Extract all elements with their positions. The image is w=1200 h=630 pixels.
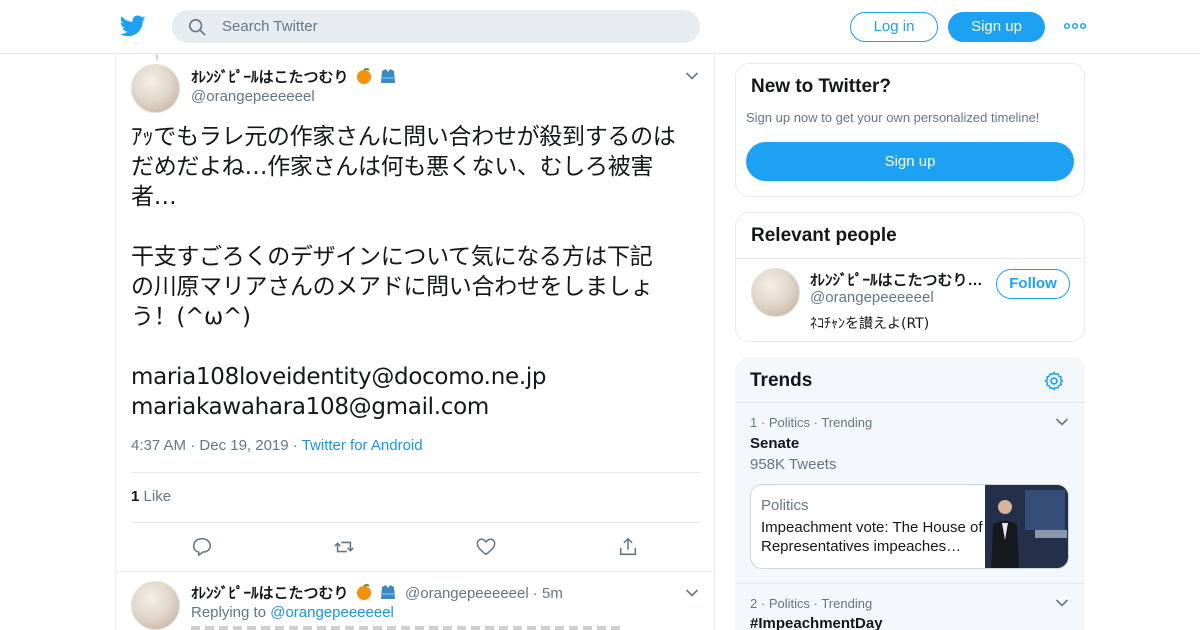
- orange-emoji-icon: [356, 584, 371, 600]
- relevant-people-card: Relevant people ｵﾚﾝｼﾞﾋﾟｰﾙはこたつむり… @orange…: [735, 212, 1085, 342]
- sidebar-signup-button[interactable]: Sign up: [746, 142, 1074, 181]
- kimono-emoji-icon: [380, 69, 395, 83]
- timeline: ｵﾚﾝｼﾞﾋﾟｰﾙはこたつむり @orangepeeeeeel ｱｯでもラレ元の…: [115, 54, 715, 630]
- news-headline: Impeachment vote: The House of Represent…: [761, 519, 983, 555]
- reply-author-handle: @orangepeeeeeel: [405, 585, 529, 602]
- card-title: Relevant people: [751, 225, 897, 246]
- trend-name[interactable]: Senate: [750, 435, 799, 452]
- trend-tweet-count: 958K Tweets: [750, 456, 837, 473]
- divider: [735, 402, 1085, 403]
- thread-connector: [156, 54, 158, 60]
- chevron-down-icon[interactable]: [685, 588, 699, 598]
- top-bar: Log in Sign up: [0, 0, 1200, 54]
- author-handle[interactable]: @orangepeeeeeel: [191, 88, 315, 105]
- reply-icon[interactable]: [191, 536, 213, 558]
- person-handle[interactable]: @orangepeeeeeel: [810, 289, 934, 306]
- search-icon: [188, 18, 206, 36]
- heart-icon[interactable]: [475, 536, 497, 558]
- news-card[interactable]: Politics Impeachment vote: The House of …: [750, 484, 1069, 569]
- divider: [735, 583, 1085, 584]
- tweet-divider: [116, 571, 714, 572]
- replying-to-handle[interactable]: @orangepeeeeeel: [270, 604, 394, 621]
- author-name[interactable]: ｵﾚﾝｼﾞﾋﾟｰﾙはこたつむり: [191, 66, 397, 87]
- gear-icon[interactable]: [1043, 370, 1065, 392]
- tweet-source-link[interactable]: Twitter for Android: [302, 437, 423, 454]
- author-name-text: ｵﾚﾝｼﾞﾋﾟｰﾙはこたつむり: [191, 69, 349, 86]
- kimono-emoji-icon: [380, 585, 395, 599]
- trend-category: Politics: [768, 415, 810, 430]
- trend-status: Trending: [821, 596, 873, 611]
- divider: [131, 472, 701, 473]
- tweet-time[interactable]: 4:37 AM: [131, 437, 186, 454]
- card-subtitle: Sign up now to get your own personalized…: [746, 110, 1040, 125]
- trend-category: Politics: [768, 596, 810, 611]
- trend-rank: 1: [750, 415, 758, 430]
- card-title: New to Twitter?: [751, 76, 892, 97]
- person-bio: ﾈｺﾁｬﾝを讃えよ(RT): [810, 316, 930, 332]
- login-button[interactable]: Log in: [850, 12, 938, 42]
- divider: [131, 522, 701, 523]
- news-thumbnail-image: [985, 485, 1068, 568]
- retweet-icon[interactable]: [333, 536, 355, 558]
- trend-meta: 1 · Politics · Trending: [750, 415, 873, 430]
- reply-text-cut: [191, 626, 621, 630]
- tweet-date[interactable]: Dec 19, 2019: [199, 437, 288, 454]
- like-count-number: 1: [131, 488, 140, 505]
- trend-name[interactable]: #ImpeachmentDay: [750, 615, 883, 630]
- orange-emoji-icon: [356, 68, 371, 84]
- share-icon[interactable]: [617, 536, 639, 558]
- avatar[interactable]: [131, 64, 180, 113]
- reply-author-name[interactable]: ｵﾚﾝｼﾞﾋﾟｰﾙはこたつむり @orangepeeeeeel · 5m: [191, 582, 563, 603]
- divider: [736, 258, 1084, 259]
- like-count-label: Like: [143, 488, 172, 505]
- search-box[interactable]: [172, 10, 700, 43]
- trend-meta: 2 · Politics · Trending: [750, 596, 873, 611]
- avatar[interactable]: [751, 268, 800, 317]
- replying-to-label: Replying to: [191, 604, 267, 621]
- reply-age: 5m: [542, 585, 563, 602]
- like-count[interactable]: 1 Like: [131, 488, 171, 505]
- new-to-twitter-card: New to Twitter? Sign up now to get your …: [735, 63, 1085, 197]
- more-icon[interactable]: [1064, 22, 1086, 30]
- chevron-down-icon[interactable]: [1055, 417, 1069, 427]
- follow-button[interactable]: Follow: [996, 269, 1070, 299]
- chevron-down-icon[interactable]: [1055, 598, 1069, 608]
- chevron-down-icon[interactable]: [685, 71, 699, 81]
- replying-to: Replying to @orangepeeeeeel: [191, 604, 394, 621]
- reply-author-name-text: ｵﾚﾝｼﾞﾋﾟｰﾙはこたつむり: [191, 585, 349, 602]
- twitter-bird-icon[interactable]: [120, 13, 146, 39]
- tweet-meta: 4:37 AM · Dec 19, 2019 · Twitter for And…: [131, 437, 423, 454]
- search-input[interactable]: [222, 10, 682, 43]
- person-name[interactable]: ｵﾚﾝｼﾞﾋﾟｰﾙはこたつむり…: [810, 269, 990, 290]
- tweet-text: ｱｯでもラレ元の作家さんに問い合わせが殺到するのは だめだよね…作家さんは何も悪…: [131, 124, 676, 420]
- trend-rank: 2: [750, 596, 758, 611]
- trends-card: Trends 1 · Politics · Trending Senate 95…: [735, 357, 1085, 630]
- news-thumbnail: [985, 485, 1068, 568]
- avatar[interactable]: [131, 581, 180, 630]
- news-category: Politics: [761, 497, 809, 514]
- signup-button[interactable]: Sign up: [948, 12, 1045, 42]
- card-title: Trends: [750, 370, 813, 391]
- trend-status: Trending: [821, 415, 873, 430]
